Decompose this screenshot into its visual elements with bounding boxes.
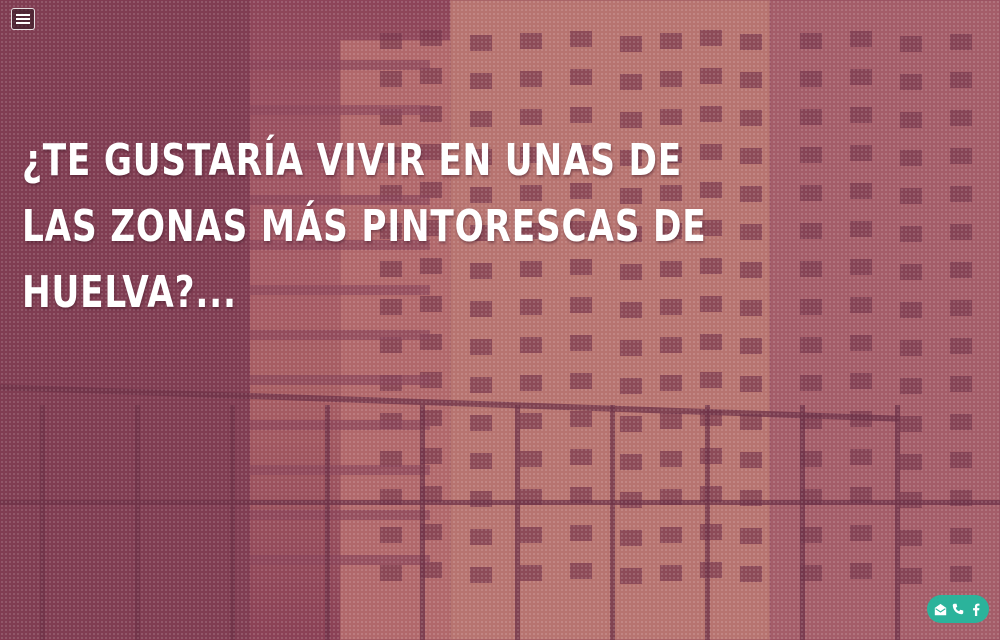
menu-icon-bar bbox=[16, 14, 30, 16]
phone-icon[interactable] bbox=[950, 601, 966, 617]
hero-section: ¿TE GUSTARÍA VIVIR EN UNAS DE LAS ZONAS … bbox=[0, 0, 1000, 640]
contact-bar bbox=[927, 595, 989, 623]
facebook-icon[interactable] bbox=[968, 601, 984, 617]
menu-button[interactable] bbox=[11, 8, 35, 30]
hero-headline: ¿TE GUSTARÍA VIVIR EN UNAS DE LAS ZONAS … bbox=[22, 135, 707, 318]
email-icon[interactable] bbox=[932, 601, 948, 617]
menu-icon-bar bbox=[16, 18, 30, 20]
menu-icon-bar bbox=[16, 22, 30, 24]
